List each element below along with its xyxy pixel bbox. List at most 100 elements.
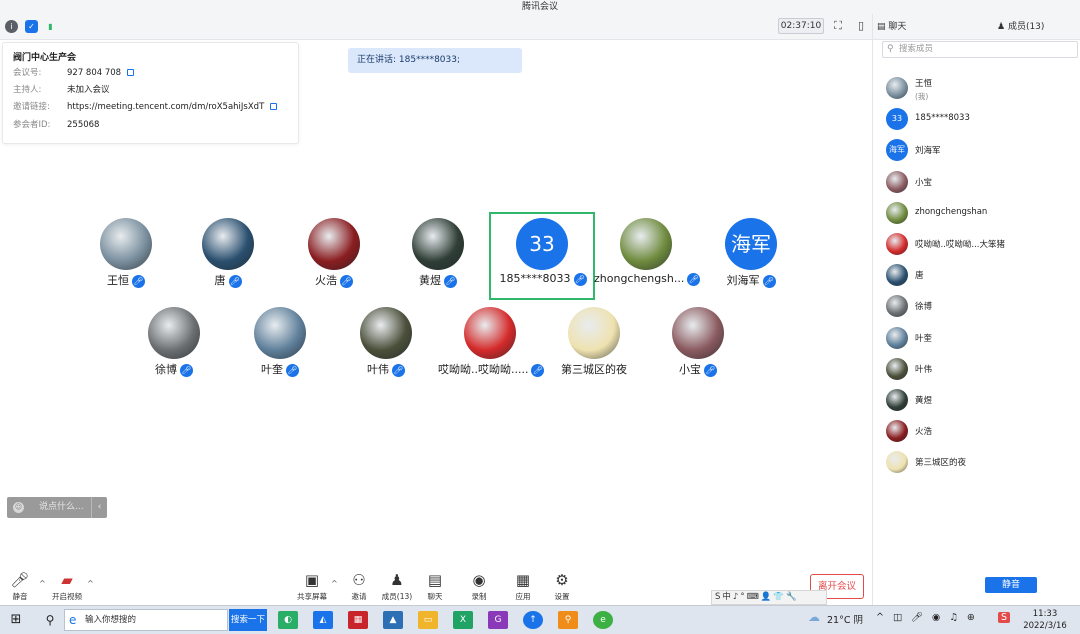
app-purple-icon[interactable]: G xyxy=(488,611,508,629)
taskbar-search-button[interactable]: 搜索一下 xyxy=(229,609,267,631)
avatar-photo xyxy=(886,264,908,287)
member-search-input[interactable]: ⚲ 搜索成员 xyxy=(882,41,1078,58)
wechat-icon[interactable]: ◐ xyxy=(278,611,298,629)
member-name: 黄煜 xyxy=(915,396,933,406)
avatar xyxy=(620,218,672,270)
settings-button[interactable]: ⚙ 设置 xyxy=(542,571,582,602)
avatar-photo xyxy=(620,218,672,270)
microphone-icon: 🎤︎ xyxy=(180,363,193,377)
member-list-item[interactable]: zhongchengshan xyxy=(886,200,1076,226)
member-name: 王恒 xyxy=(915,79,933,89)
member-name: 185****8033 xyxy=(915,113,970,124)
participant-tile[interactable]: zhongchengsh... 🎤︎ xyxy=(594,214,701,304)
mute-all-button[interactable]: 静音 xyxy=(985,577,1037,593)
app-red-icon[interactable]: ▦ xyxy=(348,611,368,629)
avatar xyxy=(886,233,908,255)
invite-button[interactable]: ⚇ 邀请 xyxy=(339,571,379,602)
record-button[interactable]: ◉ 录制 xyxy=(459,571,499,602)
participant-tile[interactable]: 王恒 🎤︎ xyxy=(74,214,178,304)
apps-icon: ▦ xyxy=(515,571,531,589)
shield-icon[interactable]: ✓ xyxy=(25,20,38,33)
file-explorer-icon[interactable]: ▭ xyxy=(418,611,438,629)
member-list-item[interactable]: 唐 xyxy=(886,262,1076,288)
emoji-icon[interactable]: ☺ xyxy=(13,502,24,513)
photos-icon[interactable]: ▲ xyxy=(383,611,403,629)
share-screen-button[interactable]: ▣ 共享屏幕 xyxy=(292,571,332,602)
member-list-item[interactable]: 海军 刘海军 xyxy=(886,137,1076,163)
member-name: 叶伟 xyxy=(915,364,933,375)
avatar xyxy=(886,295,908,318)
participant-name: 火浩 🎤︎ xyxy=(282,272,386,288)
avatar-initials: 海军 xyxy=(886,139,908,162)
participant-name: zhongchengsh... 🎤︎ xyxy=(594,272,701,286)
app-blue-icon[interactable]: ↑ xyxy=(523,611,543,629)
participant-tile[interactable]: 33 185****8033 🎤︎ xyxy=(489,212,595,300)
microphone-icon: 🎤︎ xyxy=(392,363,405,377)
video-button[interactable]: ▰ 开启视频 xyxy=(47,571,87,602)
apps-button[interactable]: ▦ 应用 xyxy=(503,571,543,602)
excel-icon[interactable]: X xyxy=(453,611,473,629)
member-list-item[interactable]: 叶伟 xyxy=(886,356,1076,382)
member-list-item[interactable]: 第三城区的夜 xyxy=(886,449,1076,475)
tencent-meeting-icon[interactable]: ◭ xyxy=(313,611,333,629)
video-options-caret[interactable]: ^ xyxy=(87,579,94,588)
member-list-item[interactable]: 叶奎 xyxy=(886,325,1076,351)
participant-tile[interactable]: 叶奎 🎤︎ xyxy=(228,303,332,393)
record-label: 录制 xyxy=(471,592,487,601)
tab-members[interactable]: ♟ 成员(13) xyxy=(997,14,1044,40)
collapse-icon[interactable]: ‹ xyxy=(91,497,107,518)
participant-tile[interactable]: 小宝 🎤︎ xyxy=(646,303,750,393)
info-icon[interactable]: i xyxy=(5,20,18,33)
search-icon[interactable]: ⚲ xyxy=(40,611,60,629)
taskbar-search-input[interactable]: e 输入你想搜的 xyxy=(64,609,228,631)
chat-quick-input[interactable]: ☺ 说点什么... ‹ xyxy=(7,497,107,518)
participant-tile[interactable]: 第三城区的夜 xyxy=(542,303,646,393)
participant-tile[interactable]: 哎呦呦..哎呦呦..... 🎤︎ xyxy=(438,303,545,393)
participant-name: 小宝 🎤︎ xyxy=(646,361,750,377)
member-list-item[interactable]: 王恒 (我) xyxy=(886,75,1076,101)
participant-tile[interactable]: 徐博 🎤︎ xyxy=(122,303,226,393)
participant-tile[interactable]: 唐 🎤︎ xyxy=(176,214,280,304)
avatar-photo xyxy=(886,233,908,255)
avatar-photo xyxy=(886,451,908,474)
taskbar-clock[interactable]: 11:33 2022/3/16 xyxy=(1020,608,1070,632)
mute-options-caret[interactable]: ^ xyxy=(39,579,46,588)
app-orange-icon[interactable]: ⚲ xyxy=(558,611,578,629)
sogou-ime-icon[interactable]: S xyxy=(998,612,1010,623)
browser-icon[interactable]: e xyxy=(593,611,613,629)
ime-toolbar[interactable]: S中♪°⌨👤👕🔧 xyxy=(711,590,827,605)
avatar-photo xyxy=(254,307,306,359)
member-name: 刘海军 xyxy=(915,146,941,157)
share-options-caret[interactable]: ^ xyxy=(331,579,338,588)
member-list-item[interactable]: 黄煜 xyxy=(886,387,1076,413)
mute-button[interactable]: 🎤︎ 静音 xyxy=(0,571,40,602)
members-button[interactable]: ♟ 成员(13) xyxy=(377,571,417,602)
participant-tile[interactable]: 黄煜 🎤︎ xyxy=(386,214,490,304)
participant-name: 刘海军 🎤︎ xyxy=(699,272,803,288)
microphone-icon: 🎤︎ xyxy=(228,274,242,288)
member-list-item[interactable]: 火浩 xyxy=(886,418,1076,444)
copy-icon[interactable] xyxy=(127,69,135,76)
participant-tile[interactable]: 叶伟 🎤︎ xyxy=(334,303,438,393)
member-list-item[interactable]: 小宝 xyxy=(886,169,1076,195)
share-screen-icon: ▣ xyxy=(304,571,320,589)
avatar-photo xyxy=(886,201,908,224)
system-tray-icons[interactable]: ^ ◫ 🎤︎ ◉ ♫ ⊕ xyxy=(876,612,978,623)
fullscreen-icon[interactable]: ⛶ xyxy=(831,19,845,33)
member-name: 叶奎 xyxy=(915,333,933,344)
windows-start-icon[interactable]: ⊞ xyxy=(6,611,26,629)
participant-tile[interactable]: 海军 刘海军 🎤︎ xyxy=(699,214,803,304)
member-list-item[interactable]: 哎呦呦..哎呦呦...大笨猪 xyxy=(886,231,1076,257)
weather-text[interactable]: 21°C 阴 xyxy=(827,612,863,626)
sidebar-toggle-icon[interactable]: ▯ xyxy=(854,19,868,33)
member-name: 第三城区的夜 xyxy=(915,458,967,469)
copy-icon[interactable] xyxy=(270,103,278,110)
participant-tile[interactable]: 火浩 🎤︎ xyxy=(282,214,386,304)
tab-chat[interactable]: ▤ 聊天 xyxy=(877,14,906,40)
chat-button[interactable]: ▤ 聊天 xyxy=(415,571,455,602)
search-placeholder: 搜索成员 xyxy=(899,44,934,54)
signal-icon[interactable]: ▮ xyxy=(44,20,57,33)
member-list-item[interactable]: 33 185****8033 xyxy=(886,106,1076,132)
member-list-item[interactable]: 徐博 xyxy=(886,293,1076,319)
taskbar: ⊞ ⚲ e 输入你想搜的 搜索一下 ◐ ◭ ▦ ▲ ▭ X G ↑ ⚲ e ☁ … xyxy=(0,605,1080,634)
